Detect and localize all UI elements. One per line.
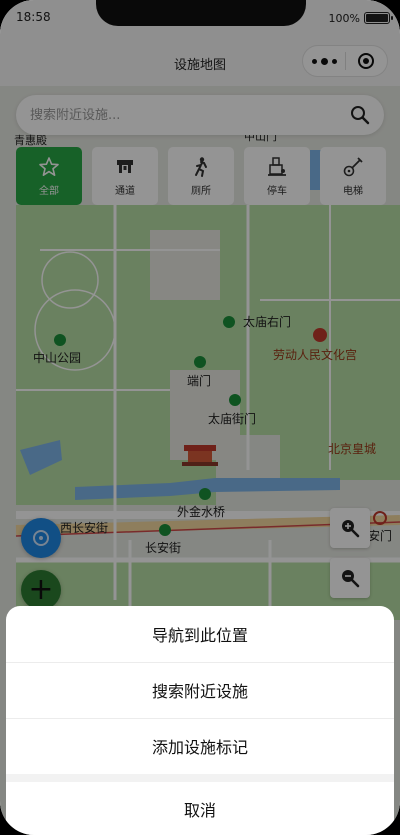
action-sheet-options: 导航到此位置 搜索附近设施 添加设施标记 bbox=[6, 606, 394, 774]
action-sheet-gap bbox=[6, 774, 394, 782]
phone-screen: 18:58 100% 设施地图 青惠殿 中山门 太庙右门 中山公园 劳动人民文化… bbox=[0, 0, 400, 835]
action-search-nearby[interactable]: 搜索附近设施 bbox=[6, 662, 394, 718]
action-sheet: 导航到此位置 搜索附近设施 添加设施标记 取消 bbox=[6, 606, 394, 835]
action-navigate-here[interactable]: 导航到此位置 bbox=[6, 606, 394, 662]
action-add-marker[interactable]: 添加设施标记 bbox=[6, 718, 394, 774]
cancel-button[interactable]: 取消 bbox=[6, 782, 394, 835]
